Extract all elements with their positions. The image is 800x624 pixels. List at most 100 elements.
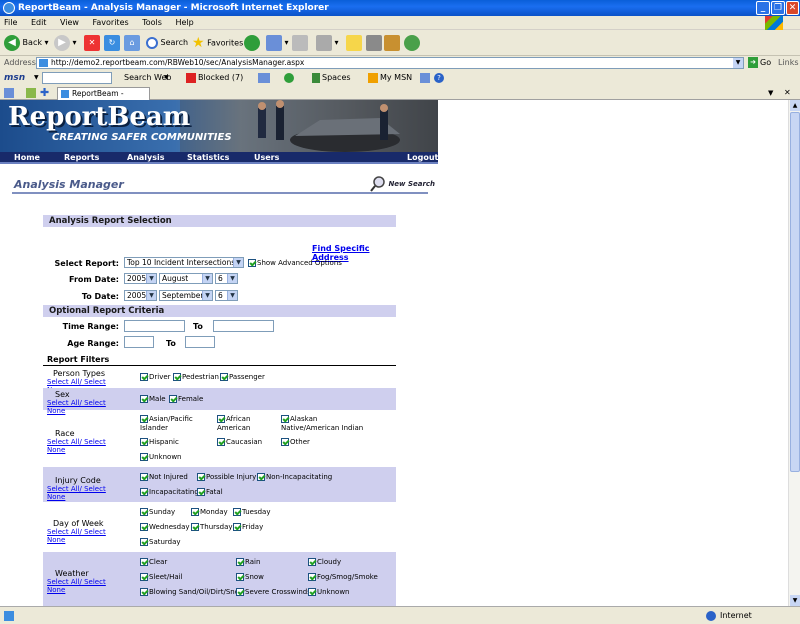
from-month-select[interactable]: August ▼ <box>159 273 213 284</box>
option-possible-injury[interactable]: Possible Injury <box>197 473 256 482</box>
age-range-to-input[interactable] <box>185 336 215 348</box>
select-all-link[interactable]: Select All/ <box>47 438 82 446</box>
pen-icon[interactable] <box>420 73 430 83</box>
minimize-button[interactable]: _ <box>756 1 770 15</box>
links-button[interactable]: Links <box>778 56 799 70</box>
back-button[interactable]: ◀ Back ▾ <box>4 34 49 52</box>
option-other[interactable]: Other <box>281 438 310 447</box>
option-passenger[interactable]: Passenger <box>220 373 265 382</box>
edit-button[interactable]: ▾ <box>316 34 339 52</box>
option-fatal[interactable]: Fatal <box>197 488 223 497</box>
go-arrow-icon[interactable]: ➜ <box>748 57 758 68</box>
forward-button[interactable]: ▶ ▾ <box>54 34 77 52</box>
tab-reportbeam[interactable]: ReportBeam - Analysi... <box>57 87 150 110</box>
search-button[interactable]: Search <box>146 34 188 52</box>
mail-button[interactable]: ▾ <box>266 34 289 52</box>
go-button[interactable]: Go <box>760 56 771 70</box>
scroll-up-icon[interactable]: ▲ <box>790 100 800 111</box>
address-input[interactable]: http://demo2.reportbeam.com/RBWeb10/sec/… <box>36 57 744 69</box>
option-severe-crosswinds[interactable]: Severe Crosswinds <box>236 588 311 597</box>
blocked-button[interactable]: Blocked (7) <box>198 70 243 86</box>
to-year-select[interactable]: 2005 ▼ <box>124 290 157 301</box>
select-report-dropdown[interactable]: Top 10 Incident Intersections ▼ <box>124 257 244 268</box>
option-pedestrian[interactable]: Pedestrian <box>173 373 219 382</box>
from-day-select[interactable]: 6 ▼ <box>215 273 238 284</box>
option-sleet-hail[interactable]: Sleet/Hail <box>140 573 183 582</box>
highlight-icon[interactable] <box>258 73 270 83</box>
menu-tools[interactable]: Tools <box>142 18 162 27</box>
option-non-incapacitating[interactable]: Non-Incapacitating <box>257 473 332 482</box>
nav-statistics[interactable]: Statistics <box>187 152 229 164</box>
option-asian-pacific[interactable]: Asian/Pacific Islander <box>140 415 210 433</box>
home-button[interactable]: ⌂ <box>124 34 140 52</box>
select-all-link[interactable]: Select All/ <box>47 378 82 386</box>
messenger-button[interactable] <box>384 34 400 52</box>
checkbox-icon[interactable] <box>248 259 256 267</box>
option-incapacitating[interactable]: Incapacitating <box>140 488 199 497</box>
notes-button[interactable] <box>346 34 362 52</box>
refresh-button[interactable]: ↻ <box>104 34 120 52</box>
select-all-link[interactable]: Select All/ <box>47 578 82 586</box>
option-alaskan-native[interactable]: Alaskan Native/American Indian <box>281 415 376 433</box>
option-african-american[interactable]: African American <box>217 415 277 433</box>
option-female[interactable]: Female <box>169 395 203 404</box>
maximize-button[interactable]: ❐ <box>771 1 785 15</box>
select-all-link[interactable]: Select All/ <box>47 528 82 536</box>
nav-home[interactable]: Home <box>14 152 40 164</box>
option-rain[interactable]: Rain <box>236 558 260 567</box>
new-search-link[interactable]: New Search <box>370 176 435 192</box>
spaces-button[interactable]: Spaces <box>322 70 351 86</box>
menu-view[interactable]: View <box>60 18 79 27</box>
option-clear[interactable]: Clear <box>140 558 167 567</box>
history-button[interactable] <box>244 34 260 52</box>
age-range-from-input[interactable] <box>124 336 154 348</box>
close-button[interactable]: ✕ <box>786 1 799 15</box>
search-web-dropdown-icon[interactable]: ▼ <box>164 70 169 86</box>
option-blowing-sand[interactable]: Blowing Sand/Oil/Dirt/Snow <box>140 588 245 597</box>
nav-reports[interactable]: Reports <box>64 152 99 164</box>
quick-tabs-icon[interactable] <box>4 88 14 98</box>
tab-list-icon[interactable]: ▼ <box>768 86 773 100</box>
option-friday[interactable]: Friday <box>233 523 263 532</box>
favorites-center-icon[interactable] <box>26 88 36 98</box>
select-all-link[interactable]: Select All/ <box>47 485 82 493</box>
time-range-from-input[interactable] <box>124 320 185 332</box>
add-favorite-icon[interactable]: ✚ <box>40 86 49 100</box>
nav-users[interactable]: Users <box>254 152 279 164</box>
option-not-injured[interactable]: Not Injured <box>140 473 188 482</box>
option-unknown[interactable]: Unknown <box>140 453 182 462</box>
stop-button[interactable]: ✕ <box>84 34 100 52</box>
help-icon[interactable]: ? <box>434 73 444 83</box>
to-day-select[interactable]: 6 ▼ <box>215 290 238 301</box>
msn-dropdown-icon[interactable]: ▼ <box>34 70 39 86</box>
msn-buddy-icon[interactable] <box>284 73 294 83</box>
option-snow[interactable]: Snow <box>236 573 264 582</box>
option-caucasian[interactable]: Caucasian <box>217 438 262 447</box>
to-month-select[interactable]: September ▼ <box>159 290 213 301</box>
close-tab-icon[interactable]: ✕ <box>784 86 791 100</box>
option-sunday[interactable]: Sunday <box>140 508 175 517</box>
print-button[interactable] <box>292 34 308 52</box>
option-thursday[interactable]: Thursday <box>191 523 233 532</box>
option-tuesday[interactable]: Tuesday <box>233 508 270 517</box>
option-monday[interactable]: Monday <box>191 508 228 517</box>
nav-logout[interactable]: Logout <box>407 152 438 164</box>
option-cloudy[interactable]: Cloudy <box>308 558 341 567</box>
contacts-button[interactable] <box>404 34 420 52</box>
option-wednesday[interactable]: Wednesday <box>140 523 190 532</box>
address-dropdown-icon[interactable]: ▼ <box>733 58 743 68</box>
option-hispanic[interactable]: Hispanic <box>140 438 179 447</box>
menu-file[interactable]: File <box>4 18 17 27</box>
option-fog-smog-smoke[interactable]: Fog/Smog/Smoke <box>308 573 378 582</box>
option-weather-unknown[interactable]: Unknown <box>308 588 350 597</box>
nav-analysis[interactable]: Analysis <box>127 152 165 164</box>
menu-help[interactable]: Help <box>175 18 193 27</box>
favorites-button[interactable]: ★ Favorites <box>192 34 243 52</box>
show-advanced-option[interactable]: Show Advanced Options <box>248 259 342 268</box>
option-male[interactable]: Male <box>140 395 166 404</box>
option-driver[interactable]: Driver <box>140 373 171 382</box>
menu-edit[interactable]: Edit <box>31 18 47 27</box>
msn-search-input[interactable] <box>42 72 112 84</box>
mymsn-button[interactable]: My MSN <box>380 70 412 86</box>
scroll-down-icon[interactable]: ▼ <box>790 595 800 606</box>
